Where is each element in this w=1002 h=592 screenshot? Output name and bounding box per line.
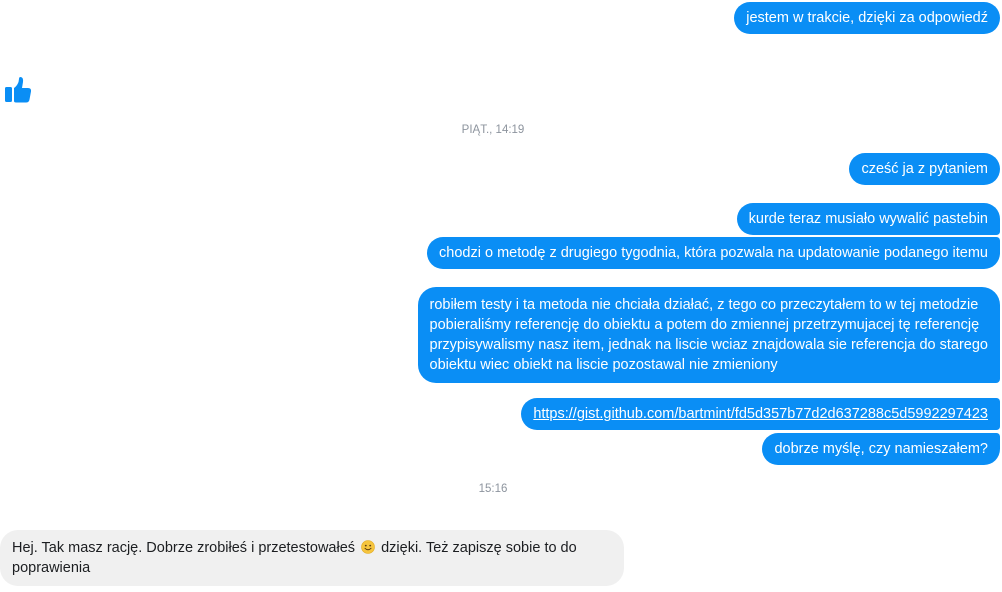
slightly-smiling-face-icon: [361, 540, 375, 554]
outgoing-message: https://gist.github.com/bartmint/fd5d357…: [521, 398, 1000, 430]
message-text: poprawienia: [12, 560, 91, 576]
gist-link[interactable]: https://gist.github.com/bartmint/fd5d357…: [533, 406, 988, 422]
message-line: pobieraliśmy referencję do obiektu a pot…: [429, 317, 980, 333]
message-text: Hej. Tak masz rację. Dobrze zrobiłeś i p…: [12, 540, 356, 556]
outgoing-message[interactable]: chodzi o metodę z drugiego tygodnia, któ…: [427, 237, 1000, 269]
outgoing-message[interactable]: jestem w trakcie, dzięki za odpowiedź: [734, 2, 1000, 34]
message-text: jestem w trakcie, dzięki za odpowiedź: [746, 10, 988, 26]
outgoing-message[interactable]: robiłem testy i ta metoda nie chciała dz…: [417, 287, 1000, 383]
outgoing-message[interactable]: kurde teraz musiało wywalić pastebin: [736, 203, 1000, 235]
message-text: kurde teraz musiało wywalić pastebin: [748, 211, 988, 227]
thumbs-up-icon[interactable]: [4, 74, 32, 104]
timestamp: 15:16: [478, 483, 508, 495]
outgoing-message[interactable]: dobrze myślę, czy namieszałem?: [762, 433, 1000, 465]
outgoing-message[interactable]: cześć ja z pytaniem: [849, 153, 1000, 185]
message-text: chodzi o metodę z drugiego tygodnia, któ…: [439, 245, 988, 261]
timestamp: PIĄT., 14:19: [461, 124, 525, 136]
message-text: dobrze myślę, czy namieszałem?: [774, 441, 988, 457]
incoming-message[interactable]: Hej. Tak masz rację. Dobrze zrobiłeś i p…: [0, 530, 624, 586]
message-line: robiłem testy i ta metoda nie chciała dz…: [429, 297, 979, 313]
message-text: dzięki. Też zapiszę sobie to do: [381, 540, 577, 556]
message-line: przypisywalismy nasz item, jednak na lis…: [429, 337, 989, 353]
message-text: cześć ja z pytaniem: [861, 161, 988, 177]
message-line: obiektu wiec obiekt na liscie pozostawal…: [429, 357, 778, 373]
